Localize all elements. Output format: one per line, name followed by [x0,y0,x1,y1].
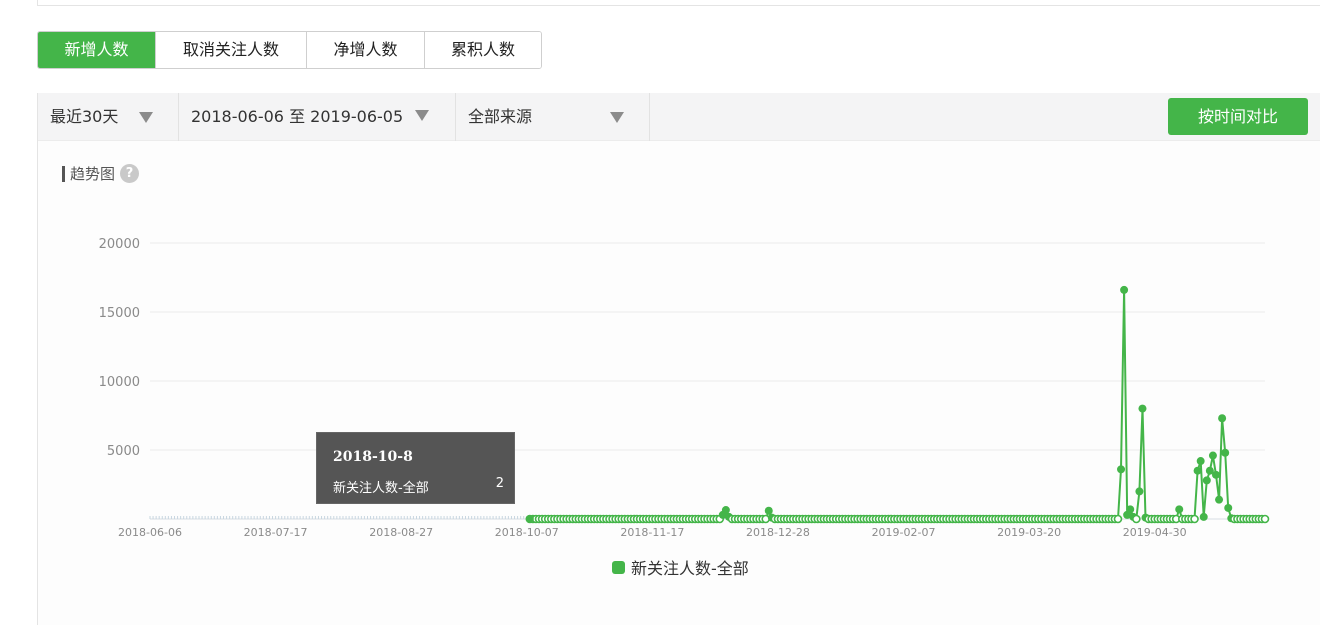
data-point [1126,505,1135,514]
tooltip-label: 新关注人数-全部 [333,481,429,496]
x-tick-label: 2018-06-06 [118,526,182,539]
x-tick-label: 2018-10-07 [495,526,559,539]
y-tick-label: 10000 [99,375,140,390]
data-point [1113,514,1123,524]
x-tick-label: 2019-02-07 [872,526,936,539]
x-tick-label: 2019-04-30 [1123,526,1187,539]
x-tick-label: 2018-08-27 [369,526,433,539]
y-tick-label: 15000 [99,306,140,321]
legend-swatch [612,560,625,574]
data-point [1208,451,1217,460]
chart-legend[interactable]: 新关注人数-全部 [612,555,749,579]
x-tick-label: 2018-07-17 [244,526,308,539]
x-tick-label: 2018-12-28 [746,526,810,539]
data-point [1202,476,1211,485]
data-point [1132,514,1141,524]
y-tick-label: 20000 [99,237,140,252]
data-point [1260,514,1270,524]
data-point [1221,448,1230,457]
data-point [1215,495,1224,504]
tooltip-date: 2018-10-8 [333,449,413,465]
series-line [529,288,1265,520]
data-point [1193,466,1202,475]
chart-tooltip: 2018-10-8 新关注人数-全部 2 [316,432,515,504]
data-point [1135,487,1144,496]
data-point [764,506,773,515]
data-point [1138,404,1147,413]
trend-chart: 20000 15000 10000 5000 2018-06-06 2018-07-17 2… [99,237,1270,539]
x-tick-label: 2019-03-20 [997,526,1061,539]
data-point [1190,514,1199,524]
data-point [1218,414,1227,423]
data-point [1117,465,1126,474]
highlighted-point [525,515,534,523]
y-tick-label: 5000 [107,444,140,459]
data-point [1120,285,1129,294]
x-tick-label: 2018-11-17 [620,526,684,539]
data-point [721,506,730,515]
tooltip-value: 2 [495,476,504,491]
data-point [1224,503,1233,512]
data-point [1175,505,1184,514]
data-point [1199,512,1208,521]
legend-label: 新关注人数-全部 [631,559,749,578]
data-point [1211,470,1220,479]
data-point [1196,457,1205,466]
